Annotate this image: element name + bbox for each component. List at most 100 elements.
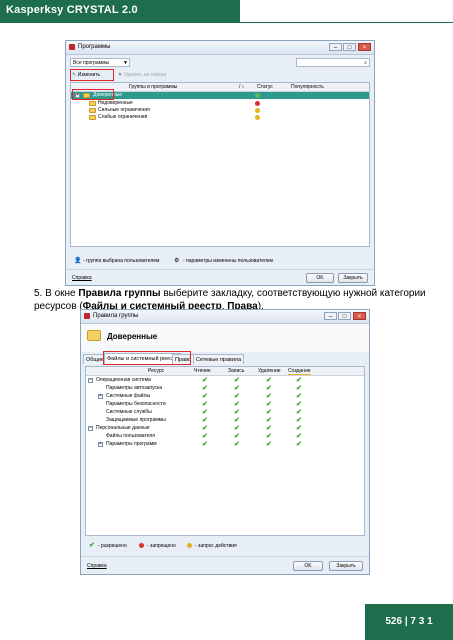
close-button[interactable]: × bbox=[358, 43, 371, 51]
table-row[interactable]: Файлы пользователя ✔ ✔ ✔ ✔ bbox=[86, 433, 364, 440]
rules-legend: ✔ - разрешено - запрещено - запрос дейст… bbox=[89, 542, 365, 550]
minimize-button[interactable]: – bbox=[329, 43, 342, 51]
allowed-check-icon[interactable]: ✔ bbox=[234, 401, 240, 408]
row-label: Персональные данные bbox=[96, 425, 150, 431]
programs-window-title: Программы bbox=[78, 44, 111, 50]
col-status: Статус bbox=[257, 84, 273, 90]
table-row[interactable]: Недоверенные bbox=[71, 100, 369, 107]
allowed-check-icon[interactable]: ✔ bbox=[266, 393, 272, 400]
ok-button[interactable]: OK bbox=[293, 561, 323, 571]
row-label: Недоверенные bbox=[98, 100, 133, 106]
collapse-icon[interactable]: − bbox=[88, 426, 93, 431]
allowed-check-icon[interactable]: ✔ bbox=[234, 417, 240, 424]
allowed-check-icon[interactable]: ✔ bbox=[296, 393, 302, 400]
allowed-check-icon[interactable]: ✔ bbox=[202, 377, 208, 384]
allowed-check-icon[interactable]: ✔ bbox=[234, 433, 240, 440]
close-button[interactable]: × bbox=[353, 312, 366, 320]
allowed-check-icon[interactable]: ✔ bbox=[266, 377, 272, 384]
instruction-prefix: 5. В окне bbox=[34, 288, 79, 299]
status-forbidden-icon bbox=[255, 101, 260, 106]
allowed-check-icon[interactable]: ✔ bbox=[266, 401, 272, 408]
search-icon: ⌕ bbox=[364, 60, 367, 66]
ok-button[interactable]: OK bbox=[306, 273, 334, 283]
group-rules-titlebar: Правила группы – □ × bbox=[81, 310, 369, 324]
folder-icon bbox=[89, 101, 96, 106]
legend-forbidden: - запрещено bbox=[147, 543, 176, 549]
allowed-check-icon[interactable]: ✔ bbox=[266, 385, 272, 392]
row-label: Системные файлы bbox=[106, 393, 151, 399]
allowed-check-icon[interactable]: ✔ bbox=[266, 433, 272, 440]
row-label: Файлы пользователя bbox=[106, 433, 155, 439]
maximize-button[interactable]: □ bbox=[343, 43, 356, 51]
allowed-check-icon[interactable]: ✔ bbox=[234, 385, 240, 392]
programs-toolbar: ✎ Изменить ✕ Удалить из списка bbox=[70, 70, 370, 80]
allowed-check-icon[interactable]: ✔ bbox=[202, 393, 208, 400]
allowed-check-icon[interactable]: ✔ bbox=[296, 409, 302, 416]
table-row[interactable]: + Системные файлы ✔ ✔ ✔ ✔ bbox=[86, 393, 364, 400]
programs-footer: Справка OK Закрыть bbox=[66, 269, 374, 286]
help-link[interactable]: Справка bbox=[72, 275, 92, 281]
table-row[interactable]: + Параметры программ ✔ ✔ ✔ ✔ bbox=[86, 441, 364, 448]
expand-icon[interactable]: + bbox=[98, 442, 103, 447]
trusted-row-highlight bbox=[72, 89, 114, 100]
remove-button-label: Удалить из списка bbox=[123, 72, 167, 78]
allowed-check-icon[interactable]: ✔ bbox=[296, 441, 302, 448]
row-label: Защищаемые программы bbox=[106, 417, 166, 423]
collapse-icon[interactable]: − bbox=[88, 378, 93, 383]
allowed-check-icon[interactable]: ✔ bbox=[202, 385, 208, 392]
tab-network-rules[interactable]: Сетевые правила bbox=[193, 354, 245, 364]
row-label: Параметры безопасности bbox=[106, 401, 166, 407]
header-band: Kasperksy CRYSTAL 2.0 bbox=[0, 0, 240, 22]
legend-params-text: - параметры изменены пользователем bbox=[183, 258, 273, 264]
allowed-check-icon[interactable]: ✔ bbox=[266, 409, 272, 416]
forbidden-icon bbox=[139, 543, 144, 548]
allowed-check-icon[interactable]: ✔ bbox=[266, 425, 272, 432]
table-row[interactable]: Слабые ограничения bbox=[71, 114, 369, 121]
allowed-check-icon[interactable]: ✔ bbox=[296, 385, 302, 392]
legend-group-text: - группа выбрана пользователем bbox=[83, 258, 160, 264]
table-row[interactable]: Системные службы ✔ ✔ ✔ ✔ bbox=[86, 409, 364, 416]
close-dialog-button[interactable]: Закрыть bbox=[329, 561, 363, 571]
allowed-check-icon[interactable]: ✔ bbox=[296, 433, 302, 440]
legend-request: - запрос действия bbox=[195, 543, 237, 549]
allowed-check-icon[interactable]: ✔ bbox=[266, 417, 272, 424]
allowed-check-icon[interactable]: ✔ bbox=[234, 377, 240, 384]
legend-allowed: - разрешено bbox=[98, 543, 127, 549]
allowed-check-icon[interactable]: ✔ bbox=[202, 401, 208, 408]
programs-search-input[interactable]: ⌕ bbox=[296, 58, 370, 67]
table-row[interactable]: − Операционная система ✔ ✔ ✔ ✔ bbox=[86, 377, 364, 384]
allowed-check-icon[interactable]: ✔ bbox=[234, 425, 240, 432]
maximize-button[interactable]: □ bbox=[338, 312, 351, 320]
expand-icon[interactable]: + bbox=[98, 394, 103, 399]
allowed-check-icon[interactable]: ✔ bbox=[296, 401, 302, 408]
row-label: Операционная система bbox=[96, 377, 151, 383]
programs-filter-select[interactable]: Все программы ▼ bbox=[70, 58, 130, 67]
close-dialog-button[interactable]: Закрыть bbox=[338, 273, 368, 283]
row-label: Сильные ограничения bbox=[98, 107, 150, 113]
table-row[interactable]: Параметры автозапуска ✔ ✔ ✔ ✔ bbox=[86, 385, 364, 392]
table-row[interactable]: Параметры безопасности ✔ ✔ ✔ ✔ bbox=[86, 401, 364, 408]
allowed-check-icon[interactable]: ✔ bbox=[234, 393, 240, 400]
help-link[interactable]: Справка bbox=[87, 563, 107, 569]
folder-icon bbox=[89, 108, 96, 113]
table-row[interactable]: + Доверенные bbox=[71, 92, 369, 99]
allowed-check-icon[interactable]: ✔ bbox=[202, 441, 208, 448]
allowed-check-icon[interactable]: ✔ bbox=[202, 417, 208, 424]
header-rule bbox=[0, 22, 453, 23]
allowed-check-icon[interactable]: ✔ bbox=[266, 441, 272, 448]
table-row[interactable]: Сильные ограничения bbox=[71, 107, 369, 114]
allowed-check-icon[interactable]: ✔ bbox=[234, 409, 240, 416]
allowed-check-icon[interactable]: ✔ bbox=[234, 441, 240, 448]
table-row[interactable]: − Персональные данные ✔ ✔ ✔ ✔ bbox=[86, 425, 364, 432]
allowed-check-icon[interactable]: ✔ bbox=[296, 425, 302, 432]
allowed-check-icon[interactable]: ✔ bbox=[296, 377, 302, 384]
allowed-check-icon[interactable]: ✔ bbox=[296, 417, 302, 424]
group-heading-title: Доверенные bbox=[107, 332, 158, 341]
allowed-check-icon[interactable]: ✔ bbox=[202, 425, 208, 432]
allowed-check-icon[interactable]: ✔ bbox=[202, 433, 208, 440]
col-write: Запись bbox=[228, 368, 245, 374]
allowed-check-icon[interactable]: ✔ bbox=[202, 409, 208, 416]
table-row[interactable]: Защищаемые программы ✔ ✔ ✔ ✔ bbox=[86, 417, 364, 424]
minimize-button[interactable]: – bbox=[324, 312, 337, 320]
remove-from-list-button[interactable]: ✕ Удалить из списка bbox=[118, 71, 166, 79]
